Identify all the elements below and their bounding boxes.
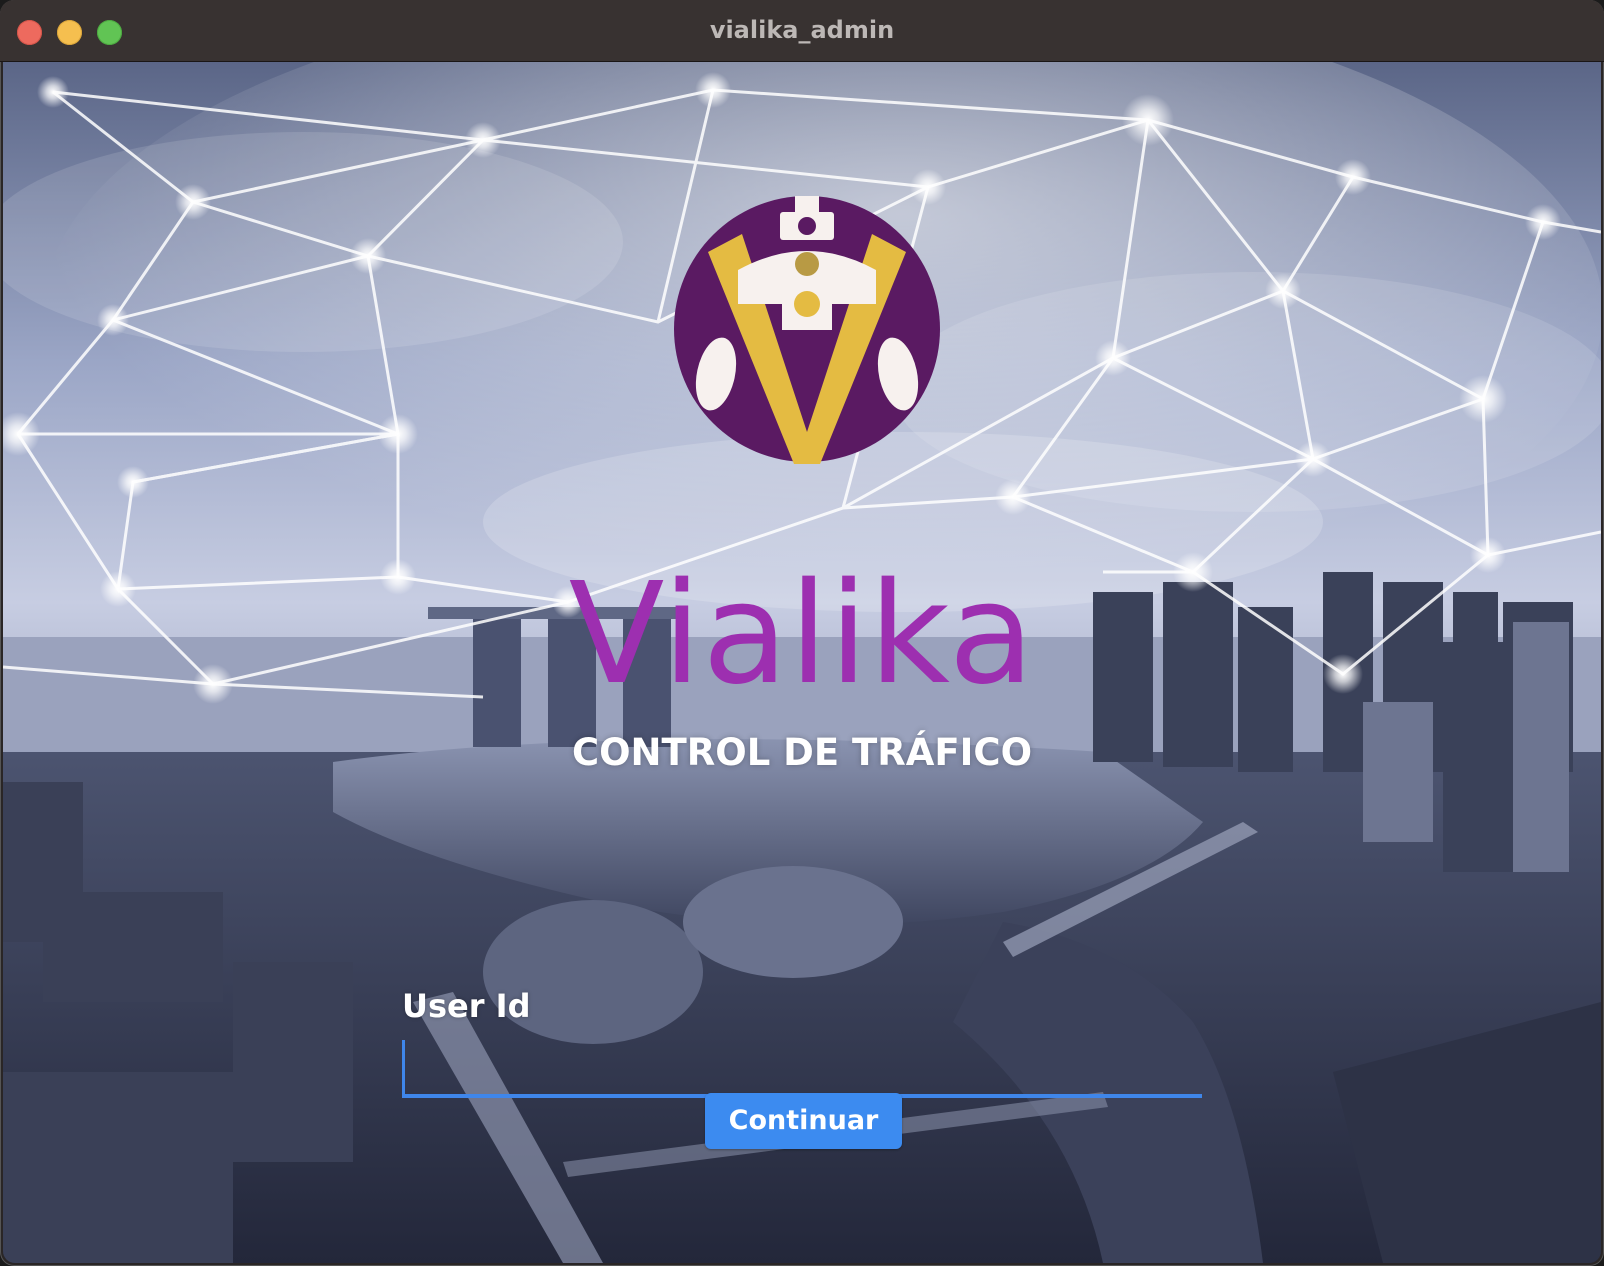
text-caret bbox=[402, 1040, 405, 1094]
app-window: vialika_admin Vialika CONTROL DE TRÁFICO… bbox=[0, 0, 1604, 1266]
user-id-label: User Id bbox=[402, 987, 531, 1025]
user-id-input[interactable] bbox=[402, 1032, 1202, 1098]
login-screen: Vialika CONTROL DE TRÁFICO User Id Conti… bbox=[3, 62, 1601, 1263]
window-title: vialika_admin bbox=[709, 16, 895, 44]
vialika-logo bbox=[674, 196, 940, 464]
brand-name: Vialika bbox=[568, 553, 1036, 716]
brand-subtitle: CONTROL DE TRÁFICO bbox=[571, 731, 1033, 774]
continue-button[interactable]: Continuar bbox=[705, 1093, 902, 1149]
title-bar[interactable]: vialika_admin bbox=[0, 0, 1604, 62]
